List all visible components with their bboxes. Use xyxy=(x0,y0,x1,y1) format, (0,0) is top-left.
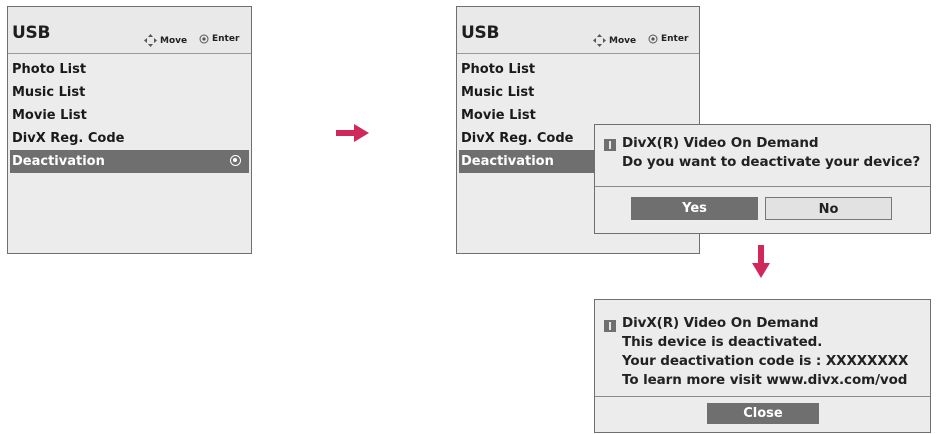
info-icon xyxy=(604,139,616,151)
enter-hint-label: Enter xyxy=(661,34,689,44)
selected-radio-icon xyxy=(230,155,241,166)
enter-hint: Enter xyxy=(648,34,688,44)
enter-hint: Enter xyxy=(199,34,239,44)
panel-header: USB Move Enter xyxy=(8,7,251,54)
menu-item-photo-list[interactable]: Photo List xyxy=(457,58,699,81)
panel-title: USB xyxy=(12,23,51,43)
dialog-divider xyxy=(595,186,930,187)
panel-title: USB xyxy=(461,23,500,43)
menu-item-deactivation[interactable]: Deactivation xyxy=(10,150,249,173)
move-hint-label: Move xyxy=(160,35,188,46)
enter-hint-label: Enter xyxy=(212,34,240,44)
move-arrows-icon xyxy=(593,34,606,47)
menu-item-music-list[interactable]: Music List xyxy=(8,81,251,104)
usb-menu-list: Photo List Music List Movie List DivX Re… xyxy=(8,58,251,173)
move-hint: Move xyxy=(144,34,187,47)
deactivated-result-dialog: DivX(R) Video On Demand This device is d… xyxy=(594,299,931,433)
deactivate-confirm-dialog: DivX(R) Video On Demand Do you want to d… xyxy=(594,124,931,234)
dialog-deactivation-code: Your deactivation code is : XXXXXXXX xyxy=(622,353,909,369)
menu-item-movie-list[interactable]: Movie List xyxy=(8,104,251,127)
arrow-down-icon xyxy=(752,245,770,278)
menu-item-music-list[interactable]: Music List xyxy=(457,81,699,104)
dialog-title: DivX(R) Video On Demand xyxy=(622,315,819,331)
dialog-divider xyxy=(595,396,930,397)
move-hint-label: Move xyxy=(609,35,637,46)
enter-button-icon xyxy=(648,34,658,44)
arrow-right-icon xyxy=(336,124,369,142)
move-hint: Move xyxy=(593,34,636,47)
menu-item-photo-list[interactable]: Photo List xyxy=(8,58,251,81)
usb-menu-panel-left: USB Move Enter Photo List Music List Mov… xyxy=(7,6,252,254)
enter-button-icon xyxy=(199,34,209,44)
info-icon xyxy=(604,320,616,332)
dialog-learn-more: To learn more visit www.divx.com/vod xyxy=(622,372,908,388)
panel-header: USB Move Enter xyxy=(457,7,699,54)
dialog-message-deactivated: This device is deactivated. xyxy=(622,334,823,350)
dialog-question: Do you want to deactivate your device? xyxy=(622,154,921,170)
no-button[interactable]: No xyxy=(765,197,892,220)
yes-button[interactable]: Yes xyxy=(631,197,758,220)
close-button[interactable]: Close xyxy=(707,403,819,424)
dialog-title: DivX(R) Video On Demand xyxy=(622,135,819,151)
move-arrows-icon xyxy=(144,34,157,47)
menu-item-divx-reg-code[interactable]: DivX Reg. Code xyxy=(8,127,251,150)
